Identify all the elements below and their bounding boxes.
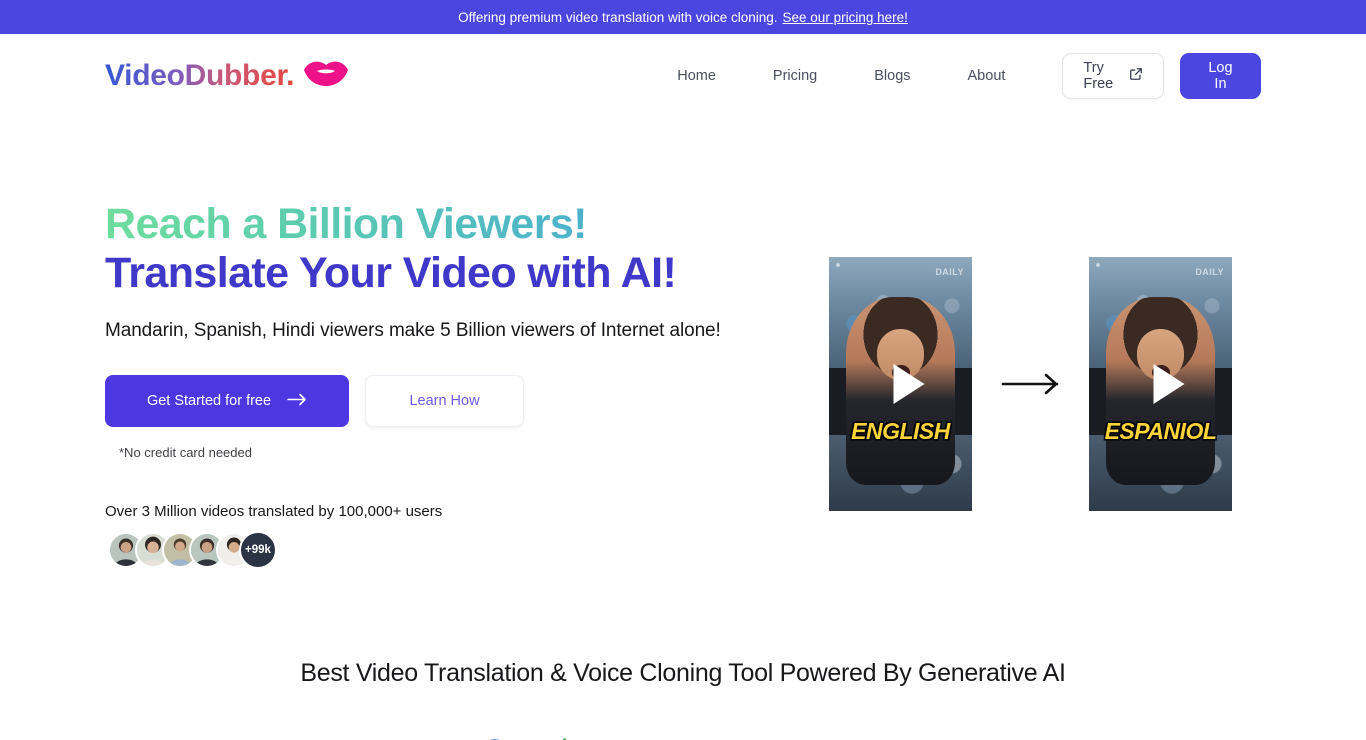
promo-banner: Offering premium video translation with …	[0, 0, 1366, 34]
video-label-target: ESPANIOL	[1104, 417, 1217, 444]
nav-item-about[interactable]: About	[968, 68, 1006, 84]
video-label-source: ENGLISH	[851, 417, 950, 444]
hero-headline-line1: Reach a Billion Viewers!	[105, 202, 829, 247]
hero-video-comparison: DAILY ENGLISH DAILY ESPANIOL	[829, 198, 1232, 569]
video-dot-icon	[1096, 262, 1100, 267]
google-wordmark: Google	[481, 733, 587, 740]
hero-headline: Reach a Billion Viewers! Translate Your …	[105, 202, 829, 295]
nav-item-blogs[interactable]: Blogs	[874, 68, 910, 84]
translation-arrow	[972, 371, 1089, 397]
hero-cta-row: Get Started for free Learn How	[105, 375, 829, 428]
nav-item-pricing[interactable]: Pricing	[773, 68, 817, 84]
avatar-group: +99k	[105, 531, 829, 570]
social-proof: Over 3 Million videos translated by 100,…	[105, 503, 829, 570]
video-watermark: DAILY	[935, 266, 964, 277]
promo-banner-text: Offering premium video translation with …	[458, 9, 778, 25]
logo-google-for-startups[interactable]: Google for Startups	[481, 733, 724, 740]
hero-headline-line2: Translate Your Video with AI!	[105, 248, 677, 297]
logo-text: VideoDubber.	[105, 59, 295, 92]
arrow-right-icon	[1001, 373, 1058, 395]
promo-pricing-link[interactable]: See our pricing here!	[783, 10, 908, 25]
hero-subheadline: Mandarin, Spanish, Hindi viewers make 5 …	[105, 320, 721, 342]
learn-how-button[interactable]: Learn How	[365, 375, 524, 428]
header-actions: Try Free Log In	[1062, 53, 1261, 99]
social-proof-text: Over 3 Million videos translated by 100,…	[105, 503, 443, 521]
external-link-icon	[1129, 67, 1143, 85]
try-free-button[interactable]: Try Free	[1062, 53, 1164, 99]
google-for-startups-suffix: for Startups	[592, 736, 723, 740]
avatar-more-badge: +99k	[239, 531, 277, 570]
lips-icon	[303, 61, 349, 92]
video-watermark: DAILY	[1195, 266, 1224, 277]
site-header: VideoDubber. Home Pricing Blogs About Tr…	[0, 34, 1366, 118]
hero-section: Reach a Billion Viewers! Translate Your …	[0, 118, 1366, 570]
login-button[interactable]: Log In	[1179, 53, 1261, 99]
nav-item-home[interactable]: Home	[677, 68, 716, 84]
video-card-source[interactable]: DAILY ENGLISH	[829, 256, 972, 511]
arrow-right-icon	[287, 393, 307, 410]
play-icon[interactable]	[1153, 363, 1184, 404]
video-card-target[interactable]: DAILY ESPANIOL	[1089, 256, 1232, 511]
featured-logos: FEATURED ON THERE'S AN AI FOR THAT Micro…	[0, 733, 1366, 740]
logo[interactable]: VideoDubber.	[105, 59, 349, 93]
play-icon[interactable]	[893, 363, 924, 404]
get-started-button[interactable]: Get Started for free	[105, 375, 349, 428]
video-dot-icon	[836, 262, 840, 267]
try-free-label: Try Free	[1083, 60, 1114, 92]
main-nav: Home Pricing Blogs About	[677, 68, 1005, 84]
hero-content: Reach a Billion Viewers! Translate Your …	[105, 202, 829, 570]
section-heading: Best Video Translation & Voice Cloning T…	[300, 659, 1066, 688]
no-credit-card-note: *No credit card needed	[119, 445, 252, 461]
get-started-label: Get Started for free	[146, 393, 272, 410]
